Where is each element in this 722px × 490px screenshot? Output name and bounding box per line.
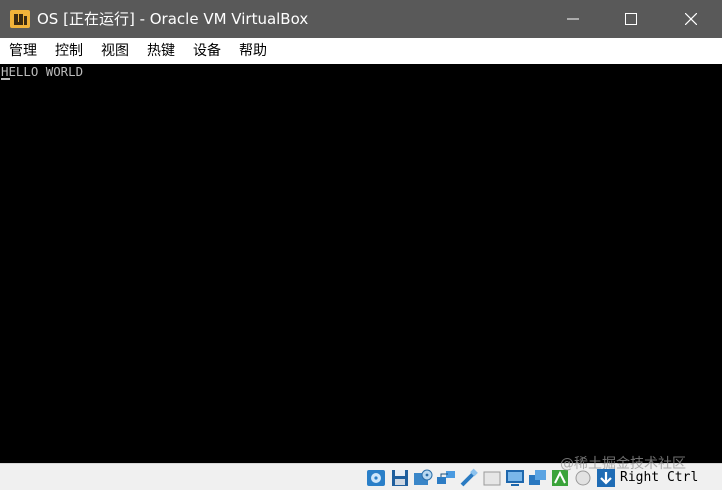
virtualbox-logo-icon xyxy=(9,8,31,30)
usb-icon[interactable] xyxy=(459,468,479,488)
menu-item-view[interactable]: 视图 xyxy=(101,41,129,61)
menu-item-help[interactable]: 帮助 xyxy=(239,41,267,61)
hard-disk-icon[interactable] xyxy=(366,468,386,488)
maximize-icon[interactable] xyxy=(608,0,654,38)
menu-item-control[interactable]: 控制 xyxy=(55,41,83,61)
minimize-icon[interactable] xyxy=(550,0,596,38)
network-icon[interactable] xyxy=(436,468,456,488)
display-icon[interactable] xyxy=(505,468,525,488)
text-cursor xyxy=(1,78,10,80)
virtualization-icon[interactable] xyxy=(550,468,570,488)
menu-bar: 管理 控制 视图 热键 设备 帮助 xyxy=(0,38,722,64)
menu-item-devices[interactable]: 设备 xyxy=(193,41,221,61)
menu-item-manage[interactable]: 管理 xyxy=(9,41,37,61)
console-output: HELLO WORLD xyxy=(1,64,84,79)
mouse-integration-icon[interactable] xyxy=(573,468,593,488)
shared-folders-icon[interactable] xyxy=(482,468,502,488)
optical-drive-icon[interactable] xyxy=(413,468,433,488)
close-icon[interactable] xyxy=(668,0,714,38)
video-capture-icon[interactable] xyxy=(528,468,548,488)
keyboard-capture-icon[interactable] xyxy=(596,468,616,488)
vm-console[interactable]: HELLO WORLD xyxy=(0,64,722,463)
window-title: OS [正在运行] - Oracle VM VirtualBox xyxy=(37,10,309,28)
floppy-icon[interactable] xyxy=(390,468,410,488)
virtualbox-window: OS [正在运行] - Oracle VM VirtualBox 管理 控制 视… xyxy=(0,0,722,490)
status-bar: Right Ctrl xyxy=(0,463,722,490)
menu-item-hotkey[interactable]: 热键 xyxy=(147,41,175,61)
title-bar[interactable]: OS [正在运行] - Oracle VM VirtualBox xyxy=(0,0,722,38)
host-key-label: Right Ctrl xyxy=(620,470,699,485)
